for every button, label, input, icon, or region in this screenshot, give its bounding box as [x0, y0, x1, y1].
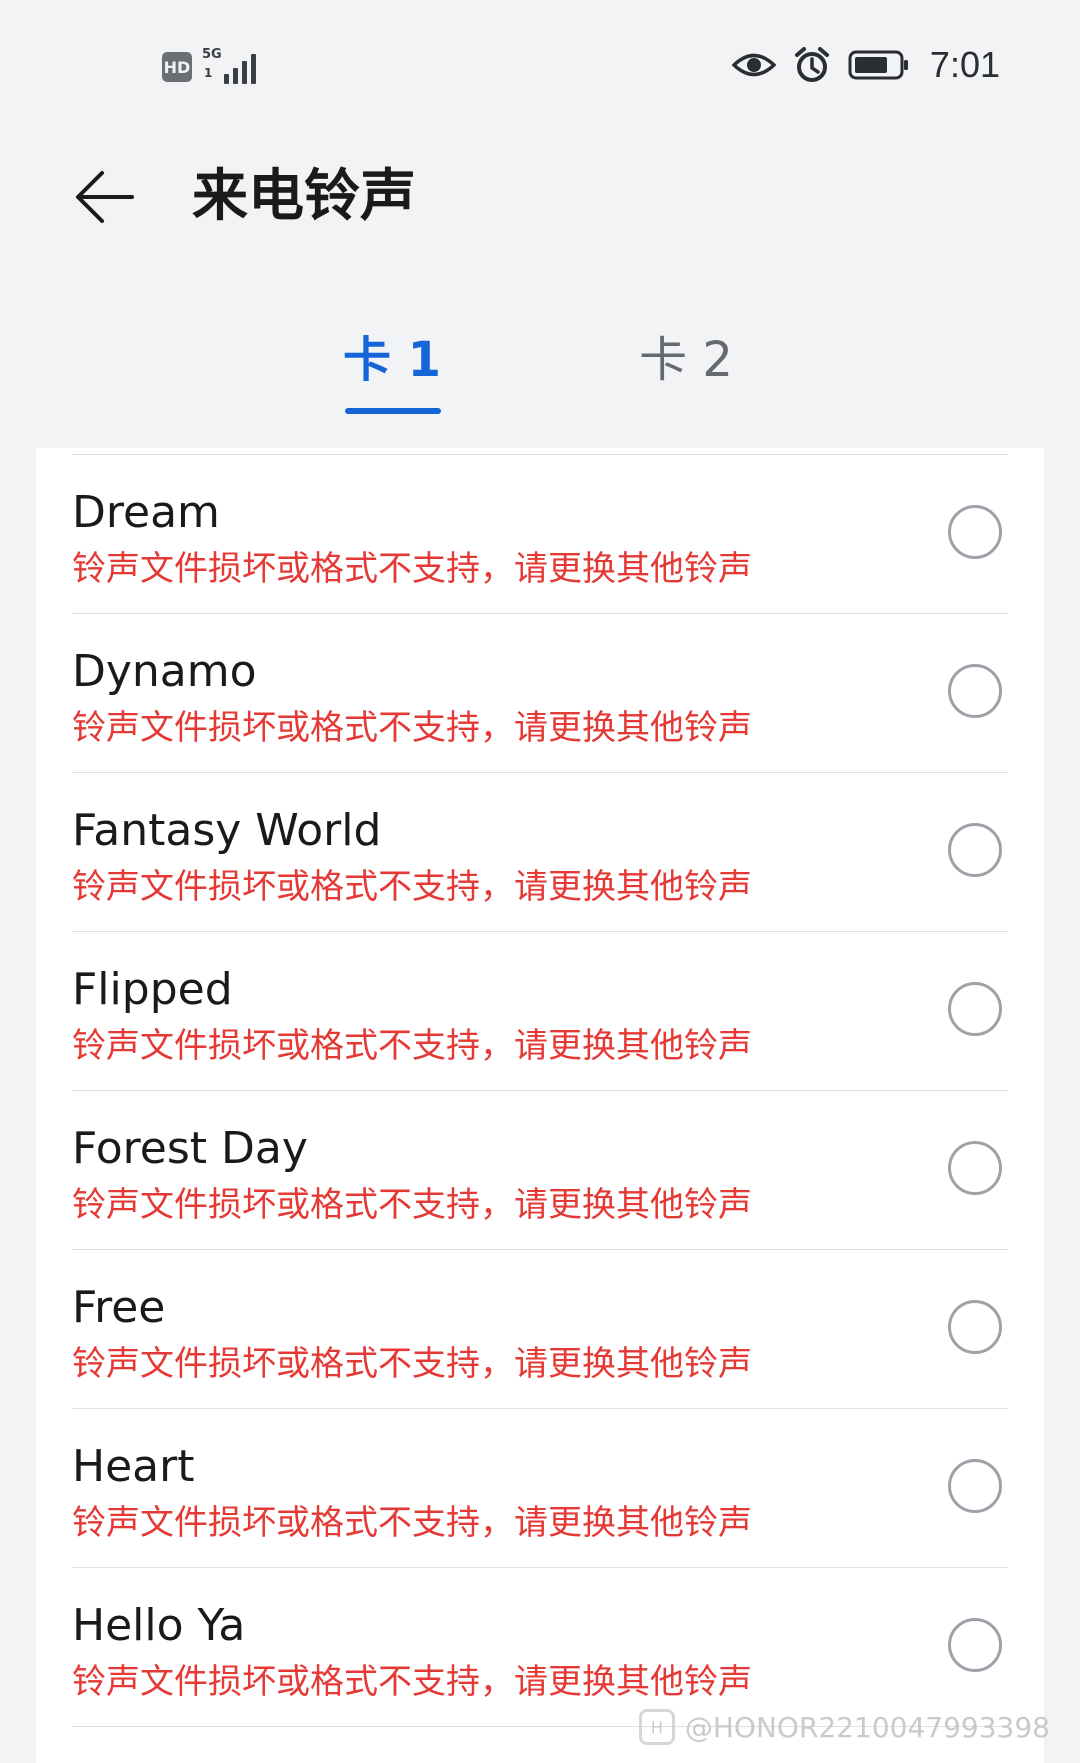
hd-badge: HD — [162, 52, 192, 82]
ringtone-item-heart[interactable]: Heart 铃声文件损坏或格式不支持，请更换其他铃声 — [72, 1409, 1008, 1568]
watermark: H @HONOR2210047993398 — [638, 1709, 1050, 1745]
ringtone-list: Dream 铃声文件损坏或格式不支持，请更换其他铃声 Dynamo 铃声文件损坏… — [72, 454, 1008, 1727]
ringtone-error: 铃声文件损坏或格式不支持，请更换其他铃声 — [72, 867, 752, 907]
ringtone-radio[interactable] — [948, 1459, 1002, 1513]
ringtone-error: 铃声文件损坏或格式不支持，请更换其他铃声 — [72, 1344, 752, 1384]
ringtone-item-fantasy-world[interactable]: Fantasy World 铃声文件损坏或格式不支持，请更换其他铃声 — [72, 773, 1008, 932]
ringtone-item-dynamo[interactable]: Dynamo 铃声文件损坏或格式不支持，请更换其他铃声 — [72, 614, 1008, 773]
ringtone-name: Heart — [72, 1441, 195, 1492]
clock-time: 7:01 — [929, 44, 1000, 85]
ringtone-name: Fantasy World — [72, 805, 382, 856]
network-type-label: 5G — [202, 47, 222, 62]
status-left: HD 5G 1 — [162, 47, 256, 84]
ringtone-radio[interactable] — [948, 505, 1002, 559]
ringtone-name: Dream — [72, 487, 220, 538]
honor-logo-icon: H — [638, 1709, 675, 1745]
ringtone-radio[interactable] — [948, 982, 1002, 1036]
back-button[interactable] — [70, 162, 140, 232]
ringtone-item-forest-day[interactable]: Forest Day 铃声文件损坏或格式不支持，请更换其他铃声 — [72, 1091, 1008, 1250]
ringtone-name: Free — [72, 1282, 166, 1333]
signal-strength-icon: 5G 1 — [202, 47, 256, 84]
ringtone-error: 铃声文件损坏或格式不支持，请更换其他铃声 — [72, 549, 752, 589]
ringtone-name: Flipped — [72, 964, 233, 1015]
tab-sim-2[interactable]: 卡 2 — [596, 328, 776, 392]
ringtone-error: 铃声文件损坏或格式不支持，请更换其他铃声 — [72, 708, 752, 748]
ringtone-radio[interactable] — [948, 823, 1002, 877]
app-header: 来电铃声 — [0, 150, 1080, 250]
eye-icon — [731, 45, 776, 85]
ringtone-list-card: Dream 铃声文件损坏或格式不支持，请更换其他铃声 Dynamo 铃声文件损坏… — [36, 448, 1044, 1763]
alarm-icon — [790, 45, 834, 85]
sim-slot-label: 1 — [204, 66, 213, 80]
ringtone-item-free[interactable]: Free 铃声文件损坏或格式不支持，请更换其他铃声 — [72, 1250, 1008, 1409]
ringtone-radio[interactable] — [948, 664, 1002, 718]
ringtone-item-flipped[interactable]: Flipped 铃声文件损坏或格式不支持，请更换其他铃声 — [72, 932, 1008, 1091]
sim-tabs: 卡 1 卡 2 — [0, 328, 1080, 418]
ringtone-radio[interactable] — [948, 1300, 1002, 1354]
status-right: 7:01 — [731, 44, 1000, 86]
ringtone-error: 铃声文件损坏或格式不支持，请更换其他铃声 — [72, 1185, 752, 1225]
ringtone-name: Dynamo — [72, 646, 257, 697]
arrow-left-icon — [76, 171, 134, 223]
ringtone-item-dream[interactable]: Dream 铃声文件损坏或格式不支持，请更换其他铃声 — [72, 455, 1008, 614]
ringtone-name: Forest Day — [72, 1123, 308, 1174]
ringtone-error: 铃声文件损坏或格式不支持，请更换其他铃声 — [72, 1026, 752, 1066]
ringtone-radio[interactable] — [948, 1141, 1002, 1195]
ringtone-error: 铃声文件损坏或格式不支持，请更换其他铃声 — [72, 1503, 752, 1543]
ringtone-error: 铃声文件损坏或格式不支持，请更换其他铃声 — [72, 1662, 752, 1702]
page-title: 来电铃声 — [192, 164, 416, 229]
status-bar: HD 5G 1 7:01 — [0, 0, 1080, 140]
tab-sim-1[interactable]: 卡 1 — [302, 328, 482, 392]
ringtone-item-hello-ya[interactable]: Hello Ya 铃声文件损坏或格式不支持，请更换其他铃声 — [72, 1568, 1008, 1727]
ringtone-name: Hello Ya — [72, 1600, 246, 1651]
ringtone-radio[interactable] — [948, 1618, 1002, 1672]
active-tab-indicator — [345, 408, 441, 414]
battery-icon — [848, 45, 910, 85]
watermark-text: @HONOR2210047993398 — [684, 1710, 1050, 1744]
